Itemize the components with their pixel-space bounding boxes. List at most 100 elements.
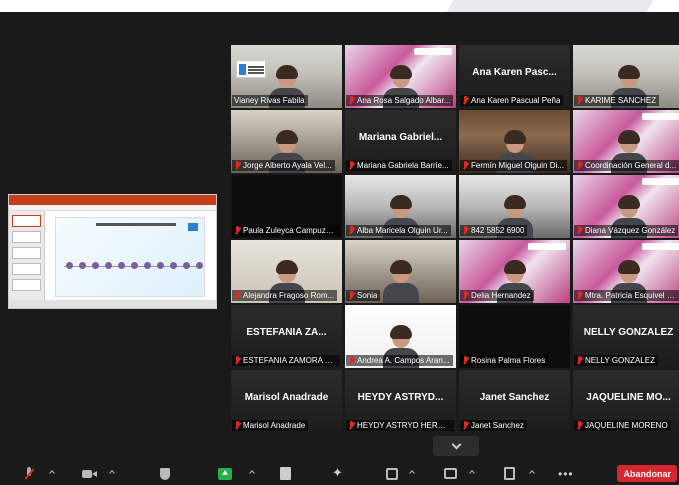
participant-tile[interactable]: Fermín Miguel Olguin Di... bbox=[459, 110, 570, 173]
participant-name-label: Janet Sanchez bbox=[460, 420, 527, 431]
participant-name-label: Ana Karen Pascual Peña bbox=[460, 95, 564, 106]
video-options-caret[interactable] bbox=[109, 470, 115, 476]
notes-options-caret[interactable] bbox=[529, 470, 535, 476]
chat-options-caret[interactable] bbox=[469, 470, 475, 476]
mic-muted-icon bbox=[576, 421, 583, 430]
top-edge-background bbox=[0, 0, 679, 12]
participant-name: Janet Sanchez bbox=[471, 421, 524, 430]
participant-display-name: ESTEFANIA ZA... bbox=[246, 327, 327, 338]
participant-name-label: Marisol Anadrade bbox=[232, 420, 309, 431]
participant-tile[interactable]: ESTEFANIA ZA... ESTEFANIA ZAMORA GA... bbox=[231, 305, 342, 368]
participant-name-label: Coordinación General d... bbox=[574, 160, 679, 171]
gallery-view: Vianey Rivas Fabila Ana Rosa Salgado Alba… bbox=[231, 45, 679, 433]
mic-muted-icon bbox=[234, 161, 241, 170]
mic-muted-icon bbox=[576, 226, 583, 235]
participant-tile[interactable]: 842 5852 6900 bbox=[459, 175, 570, 238]
participant-tile[interactable]: Ana Rosa Salgado Albar... bbox=[345, 45, 456, 108]
virtual-background-banner bbox=[528, 243, 566, 250]
notes-button[interactable] bbox=[504, 465, 515, 482]
participant-tile[interactable]: HEYDY ASTRYD... HEYDY ASTRYD HERRER... bbox=[345, 370, 456, 433]
participant-name: Jorge Alberto Ayala Vel... bbox=[243, 161, 332, 170]
share-options-caret[interactable] bbox=[249, 470, 255, 476]
video-icon bbox=[82, 469, 98, 479]
mic-muted-icon bbox=[234, 356, 241, 365]
participant-name: Alba Maricela Olguin Ur... bbox=[357, 226, 448, 235]
participant-tile[interactable]: Paula Zuleyca Campuzano bbox=[231, 175, 342, 238]
participant-name: Alejandra Fragoso Rom... bbox=[243, 291, 335, 300]
share-screen-button[interactable] bbox=[218, 465, 232, 482]
record-button[interactable] bbox=[386, 465, 398, 482]
participant-name-label: Ana Rosa Salgado Albar... bbox=[346, 95, 454, 106]
next-page-button[interactable] bbox=[433, 436, 479, 456]
notes-icon bbox=[504, 467, 515, 480]
participant-name-label: Alba Maricela Olguin Ur... bbox=[346, 225, 451, 236]
participant-tile[interactable]: Jorge Alberto Ayala Vel... bbox=[231, 110, 342, 173]
participant-tile[interactable]: Andrea A. Campos Aran... bbox=[345, 305, 456, 368]
participant-tile[interactable]: Alba Maricela Olguin Ur... bbox=[345, 175, 456, 238]
participant-tile[interactable]: Vianey Rivas Fabila bbox=[231, 45, 342, 108]
participant-tile[interactable]: Rosina Palma Flores bbox=[459, 305, 570, 368]
participant-tile[interactable]: Ana Karen Pasc... Ana Karen Pascual Peña bbox=[459, 45, 570, 108]
meeting-toolbar: ••• Abandonar bbox=[0, 462, 679, 485]
sparkle-icon bbox=[332, 465, 344, 481]
participant-tile[interactable]: Diana Vázquez González bbox=[573, 175, 679, 238]
apps-button[interactable] bbox=[332, 465, 344, 482]
record-options-caret[interactable] bbox=[409, 470, 415, 476]
participant-display-name: JAQUELINE MO... bbox=[586, 392, 671, 403]
mic-muted-icon bbox=[576, 291, 583, 300]
participant-tile[interactable]: Mariana Gabriel... Mariana Gabriela Barri… bbox=[345, 110, 456, 173]
participant-display-name: Mariana Gabriel... bbox=[358, 132, 443, 143]
mic-muted-icon bbox=[348, 96, 355, 105]
chat-button[interactable] bbox=[444, 465, 457, 482]
mic-muted-icon bbox=[348, 161, 355, 170]
participant-name: Diana Vázquez González bbox=[585, 226, 676, 235]
leave-button[interactable]: Abandonar bbox=[617, 465, 677, 482]
participant-display-name: Janet Sanchez bbox=[479, 392, 550, 403]
mute-button[interactable] bbox=[24, 465, 34, 482]
participant-name: Rosina Palma Flores bbox=[471, 356, 546, 365]
participant-name: ESTEFANIA ZAMORA GA... bbox=[243, 356, 337, 365]
participant-tile[interactable]: KARIME SANCHEZ bbox=[573, 45, 679, 108]
record-icon bbox=[386, 467, 398, 480]
participant-name: Marisol Anadrade bbox=[243, 421, 306, 430]
chevron-down-icon bbox=[451, 439, 461, 449]
participant-name: Paula Zuleyca Campuzano bbox=[243, 226, 337, 235]
participant-tile[interactable]: Marisol Anadrade Marisol Anadrade bbox=[231, 370, 342, 433]
participant-name: 842 5852 6900 bbox=[471, 226, 525, 235]
document-button[interactable] bbox=[280, 465, 291, 482]
virtual-background-logo bbox=[236, 60, 266, 78]
participant-tile[interactable]: Coordinación General d... bbox=[573, 110, 679, 173]
participant-display-name: HEYDY ASTRYD... bbox=[357, 392, 444, 403]
mic-muted-icon bbox=[462, 226, 469, 235]
mic-muted-icon bbox=[576, 356, 583, 365]
more-button[interactable]: ••• bbox=[558, 465, 574, 482]
participant-name-label: Sonia bbox=[346, 290, 381, 301]
video-button[interactable] bbox=[82, 465, 98, 482]
participant-name: Mtra. Patricia Esquivel R... bbox=[585, 291, 679, 300]
participant-tile[interactable]: Alejandra Fragoso Rom... bbox=[231, 240, 342, 303]
mic-muted-icon bbox=[462, 421, 469, 430]
participant-name: Sonia bbox=[357, 291, 378, 300]
participant-tile[interactable]: JAQUELINE MO... JAQUELINE MORENO bbox=[573, 370, 679, 433]
participant-tile[interactable]: Janet Sanchez Janet Sanchez bbox=[459, 370, 570, 433]
participant-name-label: KARIME SANCHEZ bbox=[574, 95, 660, 106]
participant-name: Fermín Miguel Olguin Di... bbox=[471, 161, 564, 170]
participant-figure bbox=[382, 259, 419, 303]
participant-name: Mariana Gabriela Barrie... bbox=[357, 161, 449, 170]
shared-screen-thumbnail[interactable] bbox=[8, 194, 217, 309]
participant-name-label: Rosina Palma Flores bbox=[460, 355, 549, 366]
participant-tile[interactable]: NELLY GONZALEZ NELLY GONZALEZ bbox=[573, 305, 679, 368]
security-button[interactable] bbox=[160, 465, 170, 482]
mic-muted-icon bbox=[576, 96, 583, 105]
participant-tile[interactable]: Sonia bbox=[345, 240, 456, 303]
mic-muted-icon bbox=[462, 291, 469, 300]
participant-tile[interactable]: Delia Hernandez bbox=[459, 240, 570, 303]
participant-name: HEYDY ASTRYD HERRER... bbox=[357, 421, 451, 430]
participant-name-label: JAQUELINE MORENO bbox=[574, 420, 671, 431]
participant-tile[interactable]: Mtra. Patricia Esquivel R... bbox=[573, 240, 679, 303]
audio-options-caret[interactable] bbox=[49, 470, 55, 476]
participant-name-label: Fermín Miguel Olguin Di... bbox=[460, 160, 567, 171]
slide-title-line bbox=[96, 223, 176, 226]
mic-muted-icon bbox=[348, 291, 355, 300]
virtual-background-banner bbox=[642, 243, 679, 250]
